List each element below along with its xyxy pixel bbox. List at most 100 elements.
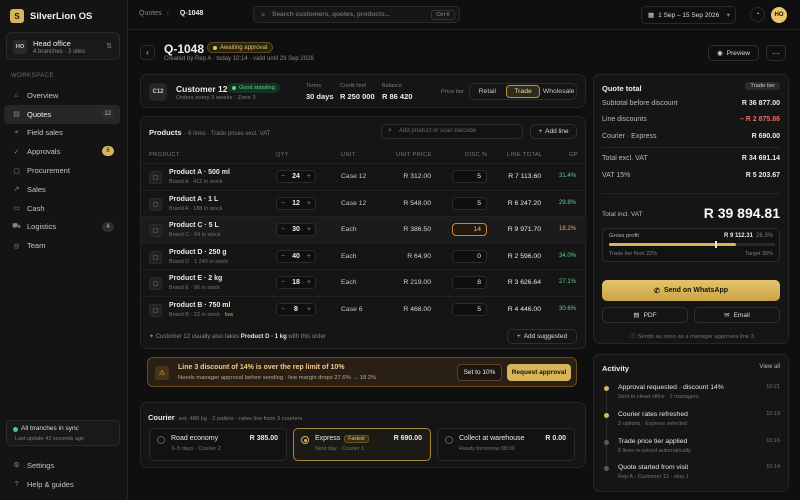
table-row[interactable]: ▢ Product D · 250 g Brand D · 1 240 in sto…	[141, 242, 587, 270]
minus-icon[interactable]: −	[281, 173, 285, 180]
email-label: Email	[733, 311, 750, 319]
sidebar-item-overview[interactable]: ⌂ Overview	[4, 86, 120, 105]
tier-option-wholesale[interactable]: Wholesale	[542, 85, 575, 98]
add-line-button[interactable]: + Add line	[530, 124, 577, 139]
product-name[interactable]: Product A · 500 ml	[169, 169, 230, 176]
product-name[interactable]: Product B · 750 ml	[169, 302, 230, 309]
sidebar-item-sales[interactable]: ↗ Sales	[4, 180, 120, 199]
tier-option-trade[interactable]: Trade	[505, 85, 541, 98]
quantity-stepper[interactable]: − 8 +	[276, 302, 316, 316]
app-name: SilverLion OS	[30, 10, 93, 22]
quantity-value: 30	[292, 226, 300, 233]
preview-button[interactable]: ◉ Preview	[708, 45, 759, 61]
quantity-stepper[interactable]: −40 +	[276, 249, 316, 263]
table-row[interactable]: ▢ Product C · 5 L Brand C · 64 in stock −30…	[141, 216, 587, 243]
product-name[interactable]: Product A · 1 L	[169, 196, 218, 203]
unit-price: R 468.00	[403, 305, 431, 313]
courier-option[interactable]: Road economy 3–5 days · Courier 2 R 385.00	[149, 428, 287, 461]
minus-icon[interactable]: −	[281, 279, 285, 286]
plus-icon[interactable]: +	[307, 173, 311, 180]
plus-icon[interactable]: +	[307, 253, 311, 260]
date-range-picker[interactable]: ▦ 1 Sep – 15 Sep 2026 ▾	[641, 6, 736, 24]
set-discount-button[interactable]: Set to 10%	[457, 364, 502, 381]
sidebar: S SilverLion OS HO Head office 4 branche…	[0, 0, 128, 500]
more-menu-button[interactable]: ⋯	[766, 45, 786, 61]
plus-icon[interactable]: +	[307, 306, 311, 313]
alert-title: Line 3 discount of 14% is over the rep l…	[178, 364, 345, 371]
discount-input[interactable]: 5	[452, 196, 487, 210]
sidebar-item-procurement[interactable]: ▢ Procurement	[4, 161, 120, 180]
product-name[interactable]: Product E · 2 kg	[169, 275, 222, 282]
courier-option[interactable]: Express Fastest Next day · Courier 1 R 690.…	[293, 428, 431, 461]
radio-button[interactable]	[301, 436, 309, 444]
email-button[interactable]: ✉ Email	[694, 307, 780, 323]
plus-icon[interactable]: +	[307, 200, 311, 207]
timeline-line	[606, 385, 607, 471]
brand[interactable]: S SilverLion OS	[10, 9, 92, 23]
tier-option-retail[interactable]: Retail	[471, 85, 504, 98]
table-row[interactable]: ▢ Product B · 750 ml Brand B · 22 in stock…	[141, 295, 587, 323]
sidebar-item-help-guides[interactable]: ? Help & guides	[4, 475, 120, 494]
gp-values: R 9 112.31 26.3%	[724, 233, 773, 239]
view-all-link[interactable]: View all	[759, 364, 780, 370]
total-line-value: R 690.00	[751, 133, 780, 140]
eye-icon: ◉	[717, 50, 723, 57]
sidebar-item-settings[interactable]: ⚙ Settings	[4, 456, 120, 475]
org-switcher[interactable]: HO Head office 4 branches · 3 sites ⇅	[6, 32, 120, 60]
minus-icon[interactable]: −	[281, 306, 285, 313]
product-thumbnail-icon: ▢	[149, 303, 162, 317]
courier-option[interactable]: Collect at warehouse Ready tomorrow 08:00…	[437, 428, 575, 461]
column-header-product: PRODUCT	[149, 152, 180, 158]
sidebar-item-quotes[interactable]: ▤ Quotes 12	[4, 104, 120, 124]
radio-button[interactable]	[157, 436, 165, 444]
more-dots-icon: ⋯	[772, 48, 780, 58]
breadcrumb-parent[interactable]: Quotes	[139, 10, 162, 17]
plus-icon[interactable]: +	[307, 226, 311, 233]
sidebar-item-field-sales[interactable]: ⌖ Field sales	[4, 124, 120, 143]
product-name[interactable]: Product C · 5 L	[169, 222, 219, 229]
quantity-stepper[interactable]: −24 +	[276, 170, 316, 183]
sidebar-item-approvals[interactable]: ✓ Approvals 6	[4, 142, 120, 161]
courier-name: Collect at warehouse	[459, 435, 524, 442]
map-pin-icon: ⌖	[14, 128, 19, 136]
request-approval-button[interactable]: Request approval	[507, 364, 571, 381]
table-row[interactable]: ▢ Product E · 2 kg Brand E · 96 in stock −1…	[141, 269, 587, 296]
fastest-badge: Fastest	[344, 435, 369, 443]
add-suggested-button[interactable]: + Add suggested	[507, 329, 577, 344]
discount-input[interactable]: 0	[452, 249, 487, 263]
courier-price: R 690.00	[393, 435, 422, 442]
pdf-button[interactable]: ▤ PDF	[602, 307, 688, 323]
event-title: Quote started from visit	[618, 464, 689, 471]
discount-input[interactable]: 5	[452, 302, 487, 316]
table-row[interactable]: ▢ Product A · 1 L Brand A · 188 in stock −1…	[141, 189, 587, 217]
sidebar-item-team[interactable]: ◎ Team	[4, 236, 120, 255]
gp-value: 29.8%	[558, 199, 576, 206]
notifications-bell-icon[interactable]: ◔	[750, 7, 765, 22]
radio-button[interactable]	[445, 436, 453, 444]
customer-name[interactable]: Customer 12	[176, 84, 228, 94]
user-avatar[interactable]: HO	[771, 7, 787, 23]
send-whatsapp-button[interactable]: ✆ Send on WhatsApp	[602, 280, 780, 301]
minus-icon[interactable]: −	[281, 200, 285, 207]
global-search-input[interactable]: ⌕ Search customers, quotes, products... …	[253, 6, 460, 23]
minus-icon[interactable]: −	[281, 226, 285, 233]
sidebar-item-cash[interactable]: ▭ Cash	[4, 199, 120, 218]
minus-icon[interactable]: −	[281, 253, 285, 260]
discount-input[interactable]: 14	[452, 223, 487, 236]
discount-input[interactable]: 5	[452, 170, 487, 183]
sidebar-item-label: Sales	[27, 184, 46, 194]
quantity-stepper[interactable]: −12 +	[276, 196, 316, 210]
plus-icon[interactable]: +	[307, 279, 311, 286]
total-line: Courier · Express R 690.00	[602, 133, 780, 140]
product-search-input[interactable]: ⌕ Add product or scan barcode	[381, 124, 523, 139]
products-header: Products · 6 lines · Trade prices excl. V…	[149, 128, 270, 137]
unit-value: Each	[341, 226, 357, 233]
table-row[interactable]: ▢ Product A · 500 ml Brand A · 412 in stoc…	[141, 163, 587, 190]
search-shortcut: Ctrl K	[431, 10, 455, 20]
discount-input[interactable]: 8	[452, 276, 487, 289]
product-name[interactable]: Product D · 250 g	[169, 249, 227, 256]
back-button[interactable]: ‹	[140, 45, 155, 60]
quantity-stepper[interactable]: −18 +	[276, 276, 316, 289]
quantity-stepper[interactable]: −30 +	[276, 223, 316, 236]
sidebar-item-logistics[interactable]: ⛟ Logistics 4	[4, 218, 120, 237]
